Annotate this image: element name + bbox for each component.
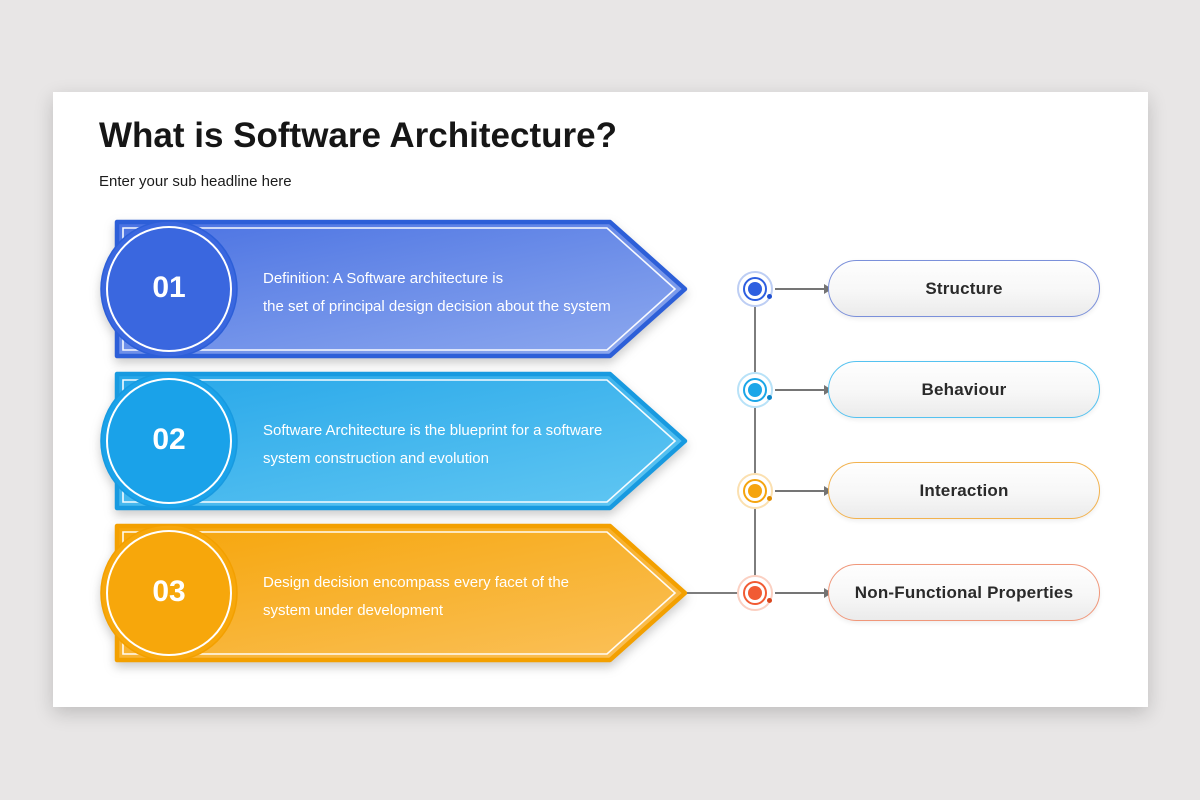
step-3-line-1: Design decision encompass every facet of… (263, 569, 663, 597)
arrow-to-structure (775, 288, 825, 290)
arrow-to-interaction (775, 490, 825, 492)
page-subtitle: Enter your sub headline here (99, 173, 292, 190)
dot-ring (743, 277, 767, 301)
step-banner-2: 02 Software Architecture is the blueprin… (95, 367, 695, 515)
step-description-3: Design decision encompass every facet of… (263, 569, 663, 624)
step-2-line-2: system construction and evolution (263, 445, 663, 473)
step-banner-3: 03 Design decision encompass every facet… (95, 519, 695, 667)
page-title: What is Software Architecture? (99, 116, 617, 156)
property-pill-nonfunctional: Non-Functional Properties (828, 564, 1100, 621)
property-label: Structure (925, 279, 1002, 299)
step-3-line-2: system under development (263, 597, 663, 625)
property-pill-structure: Structure (828, 260, 1100, 317)
dot-ring (743, 378, 767, 402)
dot-satellite (767, 598, 772, 603)
timeline-dot-behaviour (737, 372, 773, 408)
timeline-dot-interaction (737, 473, 773, 509)
property-pill-behaviour: Behaviour (828, 361, 1100, 418)
timeline-vertical-line (754, 289, 756, 593)
dot-satellite (767, 395, 772, 400)
property-label: Non-Functional Properties (855, 583, 1073, 603)
step-description-1: Definition: A Software architecture is t… (263, 265, 663, 320)
property-pill-interaction: Interaction (828, 462, 1100, 519)
slide-card: What is Software Architecture? Enter you… (53, 92, 1148, 707)
dot-ring (743, 581, 767, 605)
step-description-2: Software Architecture is the blueprint f… (263, 417, 663, 472)
step-2-line-1: Software Architecture is the blueprint f… (263, 417, 663, 445)
dot-core (748, 484, 762, 498)
dot-core (748, 586, 762, 600)
dot-core (748, 282, 762, 296)
timeline-dot-structure (737, 271, 773, 307)
step-number-3: 03 (95, 575, 243, 609)
property-label: Behaviour (922, 380, 1007, 400)
dot-satellite (767, 294, 772, 299)
property-label: Interaction (919, 481, 1008, 501)
dot-core (748, 383, 762, 397)
step-1-line-2: the set of principal design decision abo… (263, 293, 663, 321)
dot-ring (743, 479, 767, 503)
step-number-2: 02 (95, 423, 243, 457)
timeline-dot-nonfunctional (737, 575, 773, 611)
arrow-to-behaviour (775, 389, 825, 391)
dot-satellite (767, 496, 772, 501)
arrow-to-nonfunctional (775, 592, 825, 594)
step-number-1: 01 (95, 271, 243, 305)
step-1-line-1: Definition: A Software architecture is (263, 265, 663, 293)
step-banner-1: 01 Definition: A Software architecture i… (95, 215, 695, 363)
